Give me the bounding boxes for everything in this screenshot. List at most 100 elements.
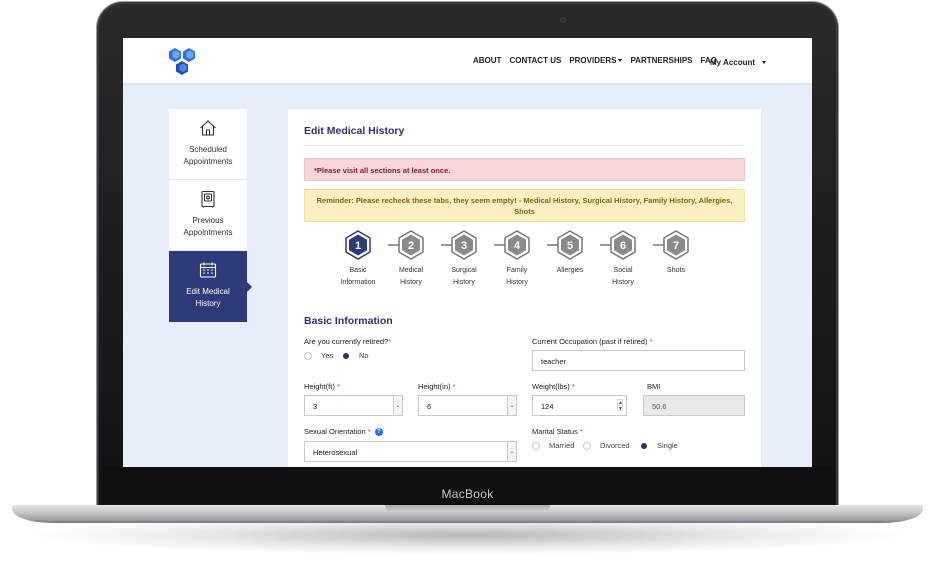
required-mark: * xyxy=(649,337,653,346)
step-label-line: Shots xyxy=(667,267,685,274)
step-label: Social History xyxy=(597,265,649,289)
sidebar-item-label: Scheduled xyxy=(189,145,227,154)
stepper: 1 Basic Information 2 Medical History 3 xyxy=(328,230,708,290)
weight-input[interactable]: 124 ▲ ▼ xyxy=(532,395,627,416)
height-in-value: 6 xyxy=(427,402,432,411)
height-in-label-text: Height(in) xyxy=(418,382,451,391)
home-icon xyxy=(200,120,216,136)
app-screen: ABOUT CONTACT US PROVIDERS PARTNERSHIPS … xyxy=(123,38,812,467)
marital-divorced-radio[interactable]: Divorced xyxy=(583,441,630,450)
radio-label: Married xyxy=(549,441,575,450)
sidebar-item-label: Previous xyxy=(192,216,224,225)
nav-contact-us[interactable]: CONTACT US xyxy=(509,56,561,65)
step-label-line: Medical xyxy=(398,267,424,274)
height-in-label: Height(in) * xyxy=(418,382,456,391)
chevron-down-icon: ⌄ xyxy=(507,396,516,415)
step-family-history[interactable]: 4 Family History xyxy=(491,230,543,289)
divider xyxy=(304,145,744,146)
step-label-line: History xyxy=(400,279,422,286)
sidebar-item-scheduled-appointments[interactable]: Scheduled Appointments xyxy=(169,109,247,180)
marital-label: Marital Status * xyxy=(532,427,583,436)
step-label-line: Family xyxy=(506,267,528,274)
top-navbar: ABOUT CONTACT US PROVIDERS PARTNERSHIPS … xyxy=(123,38,812,83)
marital-single-radio[interactable]: Single xyxy=(640,441,678,450)
radio-label: Yes xyxy=(321,351,334,360)
step-surgical-history[interactable]: 3 Surgical History xyxy=(438,230,490,289)
retired-label: Are you currently retired?* xyxy=(304,337,391,346)
hexagon-step-icon: 6 xyxy=(610,230,636,260)
hexagon-step-icon: 4 xyxy=(504,230,530,260)
step-label: Medical History xyxy=(385,265,437,289)
step-label-line: Basic xyxy=(349,267,367,274)
required-mark: * xyxy=(452,382,456,391)
step-basic-information[interactable]: 1 Basic Information xyxy=(332,230,384,289)
step-number: 6 xyxy=(620,240,626,252)
height-ft-label-text: Height(ft) xyxy=(304,382,335,391)
hexagon-step-icon: 3 xyxy=(451,230,477,260)
nav-providers-label: PROVIDERS xyxy=(569,56,617,65)
height-ft-label: Height(ft) * xyxy=(304,382,340,391)
hexagon-step-icon: 7 xyxy=(663,230,689,260)
radio-button[interactable] xyxy=(532,441,540,450)
retired-no-radio[interactable]: No xyxy=(342,351,369,360)
radio-label: Divorced xyxy=(600,441,630,450)
marital-label-text: Marital Status xyxy=(532,427,578,436)
required-mark: * xyxy=(367,427,371,436)
chevron-down-icon: ⌄ xyxy=(507,442,516,461)
step-number: 5 xyxy=(567,240,573,252)
radio-label: No xyxy=(359,351,369,360)
laptop-notch xyxy=(385,505,550,512)
safe-icon xyxy=(201,190,215,208)
step-number: 3 xyxy=(461,240,467,252)
retired-label-text: Are you currently retired? xyxy=(304,337,389,346)
step-label-line: Surgical xyxy=(451,267,477,274)
step-number: 7 xyxy=(673,240,679,252)
marital-married-radio[interactable]: Married xyxy=(532,441,574,450)
section-title: Basic Information xyxy=(304,315,393,327)
step-medical-history[interactable]: 2 Medical History xyxy=(385,230,437,289)
radio-button-selected[interactable] xyxy=(343,352,349,359)
step-label: Surgical History xyxy=(438,265,490,289)
required-mark: * xyxy=(571,382,575,391)
step-label: Shots xyxy=(650,265,702,277)
step-label-line: Social xyxy=(613,267,633,274)
radio-label: Single xyxy=(657,441,678,450)
sidebar-item-edit-medical-history[interactable]: Edit Medical History xyxy=(169,251,252,322)
height-ft-select[interactable]: 3 ⌄ xyxy=(304,395,403,416)
device-brand-label: MacBook xyxy=(441,487,494,501)
help-icon[interactable]: ? xyxy=(374,428,383,437)
hexagon-step-icon: 5 xyxy=(557,230,583,260)
radio-button[interactable] xyxy=(304,351,312,360)
step-shots[interactable]: 7 Shots xyxy=(650,230,702,277)
sidebar-item-label: Edit Medical xyxy=(186,287,230,296)
required-mark: * xyxy=(388,337,392,346)
hexagon-step-icon: 2 xyxy=(398,230,424,260)
step-label: Allergies xyxy=(544,265,596,277)
orientation-select[interactable]: Heterosexual ⌄ xyxy=(304,441,517,462)
sidebar: Scheduled Appointments Previous Appointm… xyxy=(169,109,252,322)
step-label-line: History xyxy=(453,279,475,286)
step-number: 2 xyxy=(408,240,414,252)
logo-icon[interactable] xyxy=(167,46,199,78)
step-social-history[interactable]: 6 Social History xyxy=(597,230,649,289)
occupation-input[interactable]: teacher xyxy=(532,350,745,371)
nav-providers[interactable]: PROVIDERS xyxy=(569,56,623,65)
step-number: 1 xyxy=(355,240,361,252)
radio-button-selected[interactable] xyxy=(641,442,647,449)
step-label-line: Information xyxy=(340,279,376,286)
retired-yes-radio[interactable]: Yes xyxy=(304,351,333,360)
account-menu[interactable]: My Account xyxy=(710,58,767,67)
number-stepper-icon[interactable]: ▲ ▼ xyxy=(617,399,623,412)
sidebar-item-previous-appointments[interactable]: Previous Appointments xyxy=(169,180,247,251)
edit-medical-history-card: Edit Medical History *Please visit all s… xyxy=(288,109,761,467)
camera-dot xyxy=(560,17,566,23)
nav-about[interactable]: ABOUT xyxy=(473,56,501,65)
weight-label-text: Weight(lbs) xyxy=(532,382,570,391)
radio-button[interactable] xyxy=(583,441,591,450)
step-allergies[interactable]: 5 Allergies xyxy=(544,230,596,277)
chevron-down-icon: ⌄ xyxy=(393,396,402,415)
height-in-select[interactable]: 6 ⌄ xyxy=(418,395,517,416)
occupation-label: Current Occupation (past if retired) * xyxy=(532,337,652,346)
orientation-value: Heterosexual xyxy=(313,448,358,457)
nav-partnerships[interactable]: PARTNERSHIPS xyxy=(630,56,692,65)
